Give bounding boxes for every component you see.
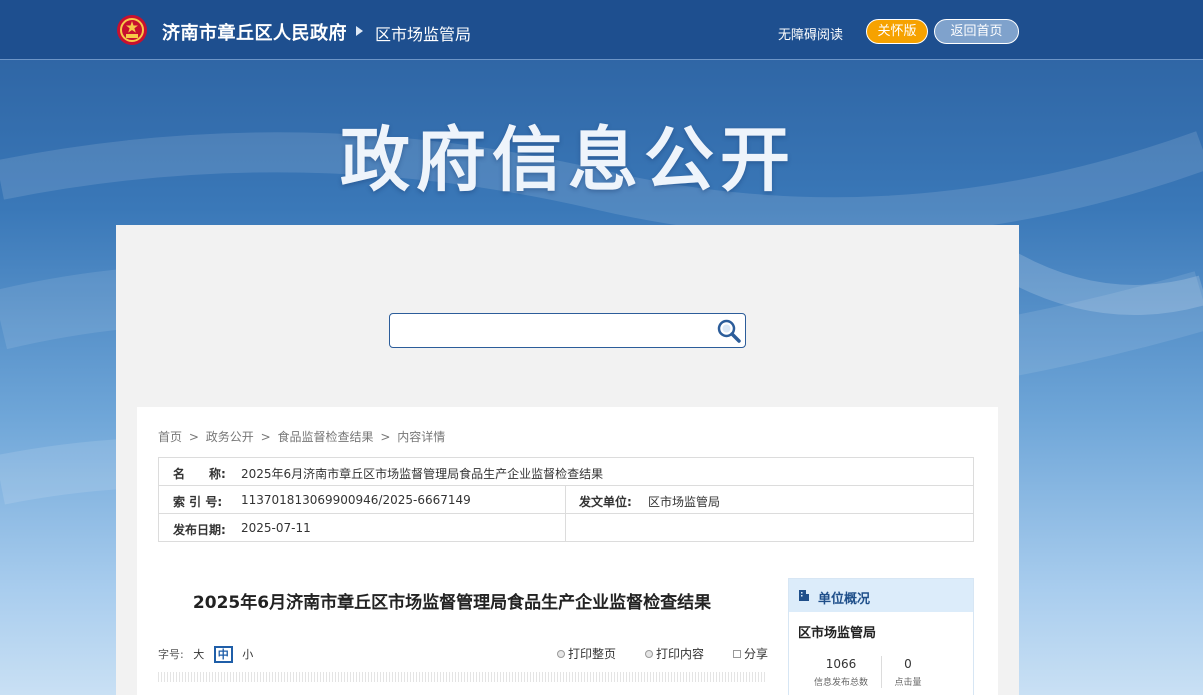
breadcrumb-public-affairs[interactable]: 政务公开	[206, 430, 254, 444]
info-row-index: 索 引 号: 113701813069900946/2025-6667149 发…	[159, 486, 973, 514]
search-input[interactable]	[396, 320, 706, 342]
search-box[interactable]	[389, 313, 746, 348]
site-name[interactable]: 济南市章丘区人民政府	[162, 19, 347, 45]
breadcrumb-separator: >	[260, 430, 271, 444]
breadcrumb-separator: >	[188, 430, 199, 444]
article-title: 2025年6月济南市章丘区市场监督管理局食品生产企业监督检查结果	[192, 593, 712, 613]
breadcrumb-arrow-icon	[356, 26, 363, 36]
print-page-button[interactable]: 打印整页	[557, 645, 616, 662]
print-page-label: 打印整页	[568, 647, 617, 661]
content-area: 首页 > 政务公开 > 食品监督检查结果 > 内容详情 名 称: 2025年6月…	[137, 407, 998, 695]
print-content-label: 打印内容	[656, 647, 705, 661]
search-icon[interactable]	[716, 318, 742, 344]
unit-name: 区市场监管局	[798, 626, 877, 641]
share-icon	[733, 649, 741, 658]
accessibility-link[interactable]: 无障碍阅读	[778, 24, 843, 43]
share-label: 分享	[744, 647, 769, 661]
name-value: 2025年6月济南市章丘区市场监督管理局食品生产企业监督检查结果	[241, 467, 604, 481]
main-panel: 首页 > 政务公开 > 食品监督检查结果 > 内容详情 名 称: 2025年6月…	[116, 225, 1019, 695]
unit-overview-title: 单位概况	[818, 592, 871, 607]
unit-overview-card: 单位概况 区市场监管局 1066 信息发布总数 0 点击量	[788, 578, 974, 695]
national-emblem-icon	[117, 15, 147, 45]
index-label: 索 引 号:	[173, 495, 223, 509]
breadcrumb-content-detail: 内容详情	[397, 430, 446, 444]
info-table: 名 称: 2025年6月济南市章丘区市场监督管理局食品生产企业监督检查结果 索 …	[158, 457, 974, 542]
department-name[interactable]: 区市场监管局	[375, 21, 471, 45]
name-label: 名 称:	[173, 467, 226, 481]
stat-clicks: 0 点击量	[868, 657, 948, 688]
date-value: 2025-07-11	[241, 521, 311, 535]
building-icon	[799, 590, 809, 601]
breadcrumb-food-inspection[interactable]: 食品监督检查结果	[277, 430, 373, 444]
font-size-large[interactable]: 大	[193, 646, 204, 662]
stat-label: 点击量	[894, 678, 922, 688]
print-icon	[557, 649, 565, 658]
breadcrumb: 首页 > 政务公开 > 食品监督检查结果 > 内容详情	[158, 428, 448, 445]
top-header: 济南市章丘区人民政府 区市场监管局 无障碍阅读 关怀版 返回首页	[0, 0, 1203, 60]
share-button[interactable]: 分享	[733, 645, 768, 662]
issuer-value: 区市场监管局	[648, 495, 721, 509]
font-size-selector: 字号: 大 中 小	[158, 646, 253, 663]
issuer-label: 发文单位:	[579, 495, 632, 509]
return-home-button[interactable]: 返回首页	[934, 19, 1019, 44]
info-row-date: 发布日期: 2025-07-11	[159, 514, 973, 542]
stat-value: 0	[904, 657, 912, 671]
date-label: 发布日期:	[173, 523, 226, 537]
index-value: 113701813069900946/2025-6667149	[241, 493, 471, 507]
print-content-button[interactable]: 打印内容	[645, 645, 704, 662]
print-icon	[645, 649, 653, 658]
info-row-name: 名 称: 2025年6月济南市章丘区市场监督管理局食品生产企业监督检查结果	[159, 458, 973, 486]
table-divider	[565, 486, 566, 542]
content-divider	[158, 672, 767, 682]
font-size-medium[interactable]: 中	[213, 646, 233, 663]
font-size-small[interactable]: 小	[242, 646, 253, 662]
banner-title: 政府信息公开	[340, 119, 796, 201]
breadcrumb-home[interactable]: 首页	[158, 430, 182, 444]
font-size-label: 字号:	[158, 648, 184, 661]
breadcrumb-separator: >	[380, 430, 391, 444]
care-mode-button[interactable]: 关怀版	[866, 19, 928, 44]
unit-overview-header: 单位概况	[789, 579, 973, 612]
